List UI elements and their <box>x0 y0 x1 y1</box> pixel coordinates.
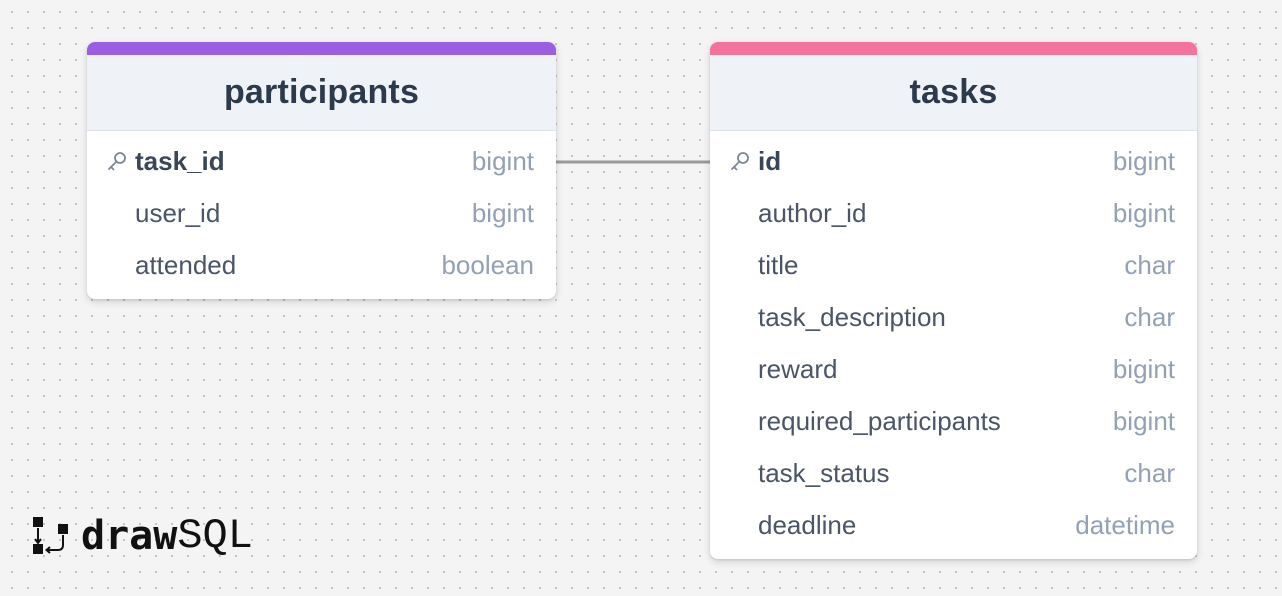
table-title: participants <box>223 73 420 111</box>
column-type: char <box>1124 457 1175 488</box>
key-icon <box>108 152 126 171</box>
table-accent-bar <box>87 42 556 55</box>
column-row-id[interactable]: id bigint <box>710 135 1197 187</box>
column-row-task-description[interactable]: task_description char <box>710 291 1197 343</box>
column-row-required-participants[interactable]: required_participants bigint <box>710 395 1197 447</box>
column-name: reward <box>758 353 838 384</box>
column-name: task_status <box>758 457 890 488</box>
column-type: char <box>1124 249 1175 280</box>
column-row-attended[interactable]: attended boolean <box>87 239 556 291</box>
column-name: required_participants <box>758 405 1001 436</box>
key-icon <box>731 152 749 171</box>
column-row-reward[interactable]: reward bigint <box>710 343 1197 395</box>
column-name: title <box>758 249 799 280</box>
column-row-task-id[interactable]: task_id bigint <box>87 135 556 187</box>
table-tasks[interactable]: tasks id bigint author_id bigint title c… <box>710 42 1197 559</box>
column-type: bigint <box>1112 353 1175 384</box>
column-type: bigint <box>1112 405 1175 436</box>
column-row-task-status[interactable]: task_status char <box>710 447 1197 499</box>
column-row-user-id[interactable]: user_id bigint <box>87 187 556 239</box>
column-name: attended <box>135 249 237 280</box>
column-type: bigint <box>471 197 534 228</box>
drawsql-watermark[interactable]: draw SQL <box>31 512 253 560</box>
column-name: task_description <box>758 301 946 332</box>
brand-name-bold: draw <box>81 513 178 559</box>
table-header[interactable]: tasks <box>710 55 1197 131</box>
column-name: task_id <box>135 145 225 176</box>
column-name: deadline <box>758 509 857 540</box>
column-row-author-id[interactable]: author_id bigint <box>710 187 1197 239</box>
column-type: bigint <box>1112 145 1175 176</box>
column-list: task_id bigint user_id bigint attended b… <box>87 131 556 299</box>
column-list: id bigint author_id bigint title char ta… <box>710 131 1197 559</box>
table-participants[interactable]: participants task_id bigint user_id bigi… <box>87 42 556 299</box>
column-type: datetime <box>1075 509 1175 540</box>
column-type: bigint <box>471 145 534 176</box>
drawsql-logo-icon <box>33 517 68 554</box>
column-type: char <box>1124 301 1175 332</box>
column-row-deadline[interactable]: deadline datetime <box>710 499 1197 551</box>
column-name: author_id <box>758 197 867 228</box>
column-name: id <box>758 145 782 176</box>
table-accent-bar <box>710 42 1197 55</box>
brand-name-light: SQL <box>177 512 253 560</box>
table-header[interactable]: participants <box>87 55 556 131</box>
column-name: user_id <box>135 197 221 228</box>
diagram-canvas[interactable]: participants task_id bigint user_id bigi… <box>0 0 1282 596</box>
column-type: bigint <box>1112 197 1175 228</box>
column-type: boolean <box>441 249 534 280</box>
table-title: tasks <box>909 73 998 111</box>
column-row-title[interactable]: title char <box>710 239 1197 291</box>
